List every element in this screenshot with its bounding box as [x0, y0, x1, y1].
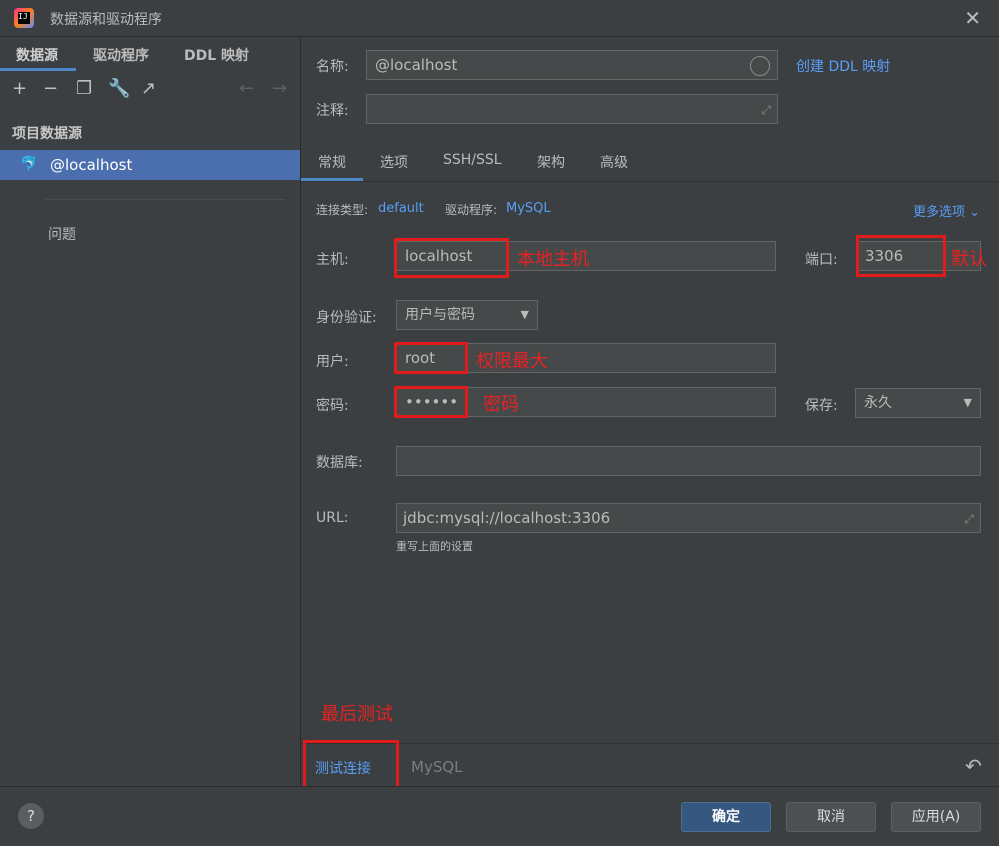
more-options-link[interactable]: 更多选项 ⌄ — [913, 201, 980, 220]
driver-name: MySQL — [411, 758, 463, 776]
driver-label: 驱动程序: — [445, 203, 498, 217]
remove-icon[interactable]: − — [43, 79, 58, 99]
tab-ssh-ssl[interactable]: SSH/SSL — [443, 152, 502, 168]
dialog-window: IJ 数据源和驱动程序 ✕ 数据源 驱动程序 DDL 映射 + − ❐ 🔧 ↗ … — [0, 0, 999, 846]
divider — [45, 199, 285, 200]
tab-general[interactable]: 常规 — [318, 152, 346, 172]
datasource-label: @localhost — [50, 156, 133, 174]
tab-advanced[interactable]: 高级 — [600, 152, 628, 172]
user-highlight — [394, 342, 468, 374]
title-bar: IJ 数据源和驱动程序 ✕ — [0, 0, 999, 37]
add-icon[interactable]: + — [12, 79, 27, 99]
right-panel: 名称: @localhost 创建 DDL 映射 注释: ⤢ 常规 选项 SSH… — [301, 37, 999, 789]
user-annotation: 权限最大 — [476, 351, 548, 372]
test-highlight — [303, 740, 399, 789]
name-field[interactable]: @localhost — [366, 50, 778, 80]
tab-drivers[interactable]: 驱动程序 — [93, 45, 149, 65]
port-highlight — [856, 235, 946, 277]
url-input[interactable]: jdbc:mysql://localhost:3306 ⤢ — [396, 503, 981, 533]
app-logo-icon: IJ — [14, 8, 34, 28]
project-datasources-title: 项目数据源 — [12, 126, 82, 142]
revert-icon[interactable]: ↶ — [965, 754, 982, 778]
conn-type-label: 连接类型: — [316, 203, 369, 217]
close-icon[interactable]: ✕ — [964, 6, 981, 30]
tab-options[interactable]: 选项 — [380, 152, 408, 172]
name-value: @localhost — [375, 56, 458, 74]
mysql-icon: 🐬 — [20, 156, 38, 172]
save-select[interactable]: 永久 ▼ — [855, 388, 981, 418]
url-hint: 重写上面的设置 — [396, 540, 473, 553]
host-annotation: 本地主机 — [517, 249, 589, 270]
expand-icon[interactable]: ⤢ — [761, 96, 771, 124]
left-tabs: 数据源 驱动程序 DDL 映射 — [0, 37, 300, 71]
driver-link[interactable]: MySQL — [506, 201, 551, 216]
port-label: 端口: — [805, 252, 838, 268]
dialog-footer: ? 确定 取消 应用(A) — [0, 786, 999, 846]
dropdown-arrow-icon: ▼ — [963, 396, 972, 409]
test-annotation: 最后测试 — [321, 704, 393, 725]
color-circle-icon[interactable] — [750, 56, 770, 76]
conn-type-link[interactable]: default — [378, 201, 424, 216]
password-label: 密码: — [316, 398, 349, 414]
dropdown-arrow-icon: ▼ — [520, 308, 529, 321]
host-highlight — [394, 238, 509, 278]
ok-button[interactable]: 确定 — [681, 802, 771, 832]
user-label: 用户: — [316, 354, 349, 370]
expand-icon[interactable]: ⤢ — [964, 505, 974, 533]
port-annotation: 默认 — [951, 249, 987, 270]
url-value: jdbc:mysql://localhost:3306 — [403, 509, 611, 527]
tab-ddl-mappings[interactable]: DDL 映射 — [184, 45, 249, 65]
active-tab-indicator — [0, 68, 76, 71]
database-label: 数据库: — [316, 455, 363, 471]
forward-arrow-icon[interactable]: → — [272, 79, 287, 99]
back-arrow-icon[interactable]: ← — [239, 79, 254, 99]
settings-tabs: 常规 选项 SSH/SSL 架构 高级 — [301, 143, 999, 182]
url-label: URL: — [316, 510, 349, 526]
problems-item[interactable]: 问题 — [48, 224, 76, 244]
left-panel: 数据源 驱动程序 DDL 映射 + − ❐ 🔧 ↗ ← → 项目数据源 🐬 @l… — [0, 37, 301, 785]
save-label: 保存: — [805, 398, 838, 414]
cancel-button[interactable]: 取消 — [786, 802, 876, 832]
test-bar: 测试连接 MySQL ↶ — [301, 740, 999, 789]
auth-label: 身份验证: — [316, 310, 377, 326]
password-highlight — [394, 386, 468, 418]
host-label: 主机: — [316, 252, 349, 268]
database-input[interactable] — [396, 446, 981, 476]
jump-icon[interactable]: ↗ — [141, 79, 156, 99]
window-title: 数据源和驱动程序 — [50, 12, 162, 28]
datasource-item-localhost[interactable]: 🐬 @localhost — [0, 150, 300, 180]
wrench-icon[interactable]: 🔧 — [108, 79, 130, 99]
password-annotation: 密码 — [483, 394, 519, 415]
tab-datasources[interactable]: 数据源 — [16, 45, 58, 65]
auth-select[interactable]: 用户与密码 ▼ — [396, 300, 538, 330]
name-label: 名称: — [316, 59, 349, 75]
active-tab-indicator — [301, 178, 363, 181]
more-options-label: 更多选项 — [913, 205, 966, 220]
save-value: 永久 — [864, 395, 892, 411]
copy-icon[interactable]: ❐ — [76, 79, 92, 99]
comment-label: 注释: — [316, 103, 349, 119]
chevron-down-icon: ⌄ — [969, 205, 981, 220]
comment-field[interactable]: ⤢ — [366, 94, 778, 124]
tab-schemas[interactable]: 架构 — [537, 152, 565, 172]
create-ddl-mapping-link[interactable]: 创建 DDL 映射 — [796, 56, 890, 76]
auth-value: 用户与密码 — [405, 307, 475, 323]
apply-button[interactable]: 应用(A) — [891, 802, 981, 832]
help-button[interactable]: ? — [18, 803, 44, 829]
